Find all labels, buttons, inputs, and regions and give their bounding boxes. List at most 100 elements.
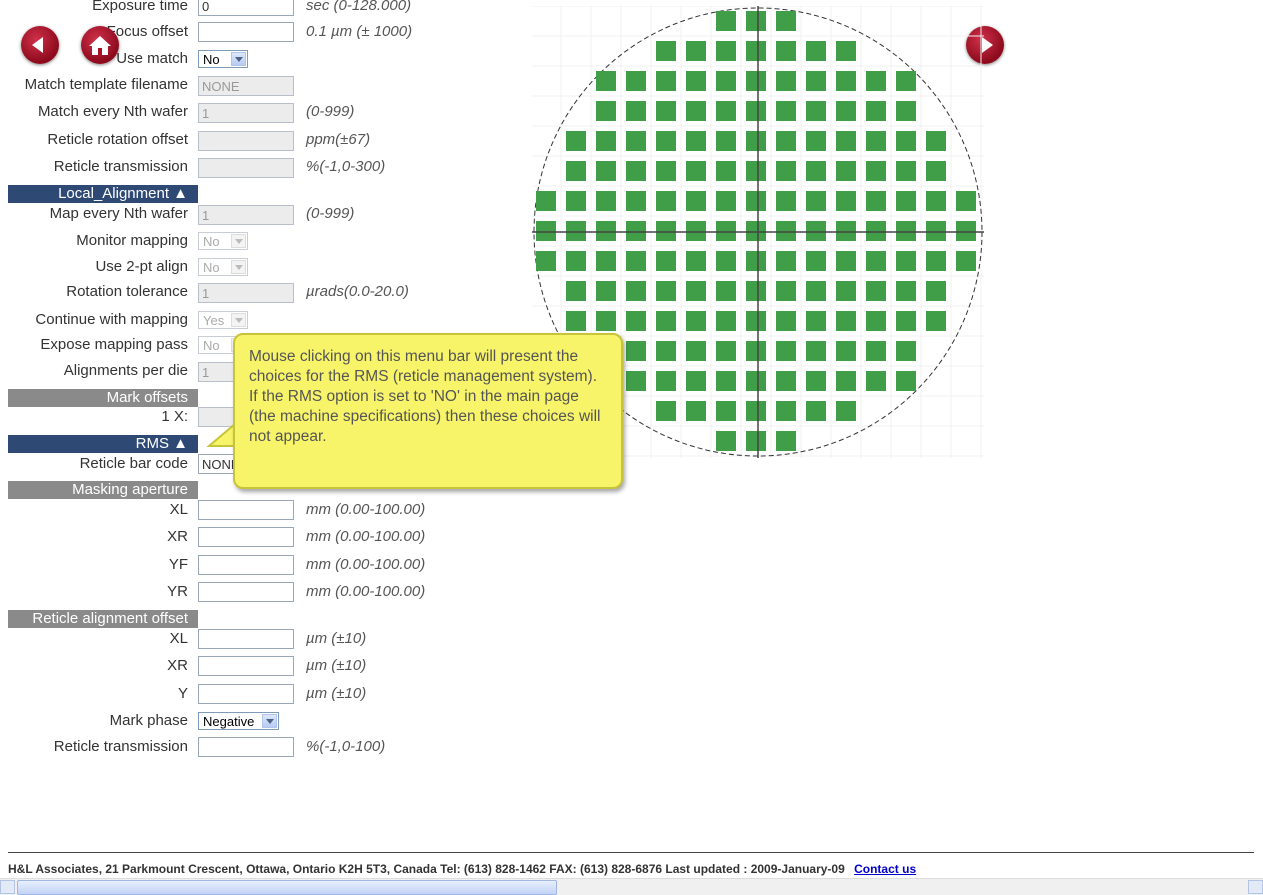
wafer-die[interactable] <box>626 251 646 271</box>
wafer-die[interactable] <box>836 281 856 301</box>
wafer-die[interactable] <box>836 401 856 421</box>
wafer-die[interactable] <box>536 221 556 241</box>
contact-link[interactable]: Contact us <box>854 862 916 876</box>
wafer-die[interactable] <box>776 41 796 61</box>
wafer-die[interactable] <box>866 371 886 391</box>
wafer-die[interactable] <box>746 431 766 451</box>
wafer-die[interactable] <box>926 281 946 301</box>
wafer-die[interactable] <box>776 251 796 271</box>
wafer-die[interactable] <box>656 311 676 331</box>
wafer-die[interactable] <box>656 191 676 211</box>
rms-header[interactable]: RMS ▲ <box>8 435 198 453</box>
wafer-die[interactable] <box>896 131 916 151</box>
wafer-die[interactable] <box>596 161 616 181</box>
match-every-input[interactable] <box>198 103 294 123</box>
wafer-die[interactable] <box>716 161 736 181</box>
continue-mapping-select[interactable]: Yes <box>198 311 248 329</box>
wafer-die[interactable] <box>656 161 676 181</box>
wafer-die[interactable] <box>746 191 766 211</box>
wafer-die[interactable] <box>746 41 766 61</box>
scrollbar-thumb[interactable] <box>17 880 557 895</box>
wafer-die[interactable] <box>896 161 916 181</box>
mask-yf-input[interactable] <box>198 555 294 575</box>
wafer-die[interactable] <box>896 371 916 391</box>
wafer-die[interactable] <box>866 161 886 181</box>
wafer-die[interactable] <box>626 281 646 301</box>
wafer-die[interactable] <box>836 131 856 151</box>
wafer-die[interactable] <box>806 221 826 241</box>
wafer-die[interactable] <box>716 311 736 331</box>
wafer-die[interactable] <box>896 311 916 331</box>
wafer-die[interactable] <box>656 281 676 301</box>
mask-xr-input[interactable] <box>198 527 294 547</box>
wafer-die[interactable] <box>776 371 796 391</box>
use-match-select[interactable]: No <box>198 50 248 68</box>
wafer-die[interactable] <box>686 41 706 61</box>
scroll-right-button[interactable] <box>1248 880 1263 894</box>
reticle-transmission-input[interactable] <box>198 158 294 178</box>
wafer-die[interactable] <box>686 401 706 421</box>
ra-y-input[interactable] <box>198 684 294 704</box>
wafer-die[interactable] <box>686 101 706 121</box>
wafer-die[interactable] <box>566 281 586 301</box>
mark-offsets-header[interactable]: Mark offsets <box>8 389 198 407</box>
wafer-die[interactable] <box>716 251 736 271</box>
wafer-die[interactable] <box>596 101 616 121</box>
wafer-die[interactable] <box>656 251 676 271</box>
wafer-die[interactable] <box>716 281 736 301</box>
wafer-die[interactable] <box>866 131 886 151</box>
wafer-die[interactable] <box>716 191 736 211</box>
wafer-die[interactable] <box>716 11 736 31</box>
wafer-die[interactable] <box>956 191 976 211</box>
wafer-die[interactable] <box>686 221 706 241</box>
wafer-die[interactable] <box>746 281 766 301</box>
wafer-die[interactable] <box>596 191 616 211</box>
wafer-die[interactable] <box>896 251 916 271</box>
wafer-die[interactable] <box>806 71 826 91</box>
wafer-die[interactable] <box>536 191 556 211</box>
ra-xl-input[interactable] <box>198 629 294 649</box>
wafer-die[interactable] <box>626 131 646 151</box>
wafer-die[interactable] <box>566 191 586 211</box>
wafer-die[interactable] <box>896 281 916 301</box>
wafer-die[interactable] <box>686 251 706 271</box>
wafer-die[interactable] <box>926 221 946 241</box>
match-template-input[interactable] <box>198 76 294 96</box>
wafer-die[interactable] <box>716 341 736 361</box>
wafer-die[interactable] <box>596 281 616 301</box>
wafer-die[interactable] <box>596 311 616 331</box>
wafer-die[interactable] <box>776 431 796 451</box>
wafer-die[interactable] <box>746 101 766 121</box>
scroll-left-button[interactable] <box>0 880 15 894</box>
wafer-die[interactable] <box>836 251 856 271</box>
wafer-die[interactable] <box>566 311 586 331</box>
ra-xr-input[interactable] <box>198 656 294 676</box>
wafer-die[interactable] <box>866 221 886 241</box>
wafer-die[interactable] <box>866 251 886 271</box>
wafer-die[interactable] <box>686 71 706 91</box>
wafer-die[interactable] <box>746 341 766 361</box>
wafer-die[interactable] <box>866 281 886 301</box>
wafer-die[interactable] <box>686 161 706 181</box>
wafer-die[interactable] <box>596 131 616 151</box>
wafer-die[interactable] <box>686 341 706 361</box>
wafer-die[interactable] <box>896 101 916 121</box>
monitor-mapping-select[interactable]: No <box>198 232 248 250</box>
wafer-die[interactable] <box>626 161 646 181</box>
wafer-die[interactable] <box>866 341 886 361</box>
horizontal-scrollbar[interactable] <box>0 878 1263 895</box>
wafer-die[interactable] <box>716 71 736 91</box>
wafer-die[interactable] <box>776 281 796 301</box>
wafer-die[interactable] <box>656 71 676 91</box>
wafer-die[interactable] <box>806 41 826 61</box>
wafer-die[interactable] <box>866 311 886 331</box>
wafer-die[interactable] <box>686 191 706 211</box>
wafer-die[interactable] <box>746 311 766 331</box>
wafer-die[interactable] <box>596 221 616 241</box>
wafer-die[interactable] <box>716 431 736 451</box>
wafer-die[interactable] <box>956 221 976 241</box>
wafer-die[interactable] <box>806 371 826 391</box>
wafer-die[interactable] <box>836 161 856 181</box>
wafer-die[interactable] <box>806 191 826 211</box>
mask-xl-input[interactable] <box>198 500 294 520</box>
